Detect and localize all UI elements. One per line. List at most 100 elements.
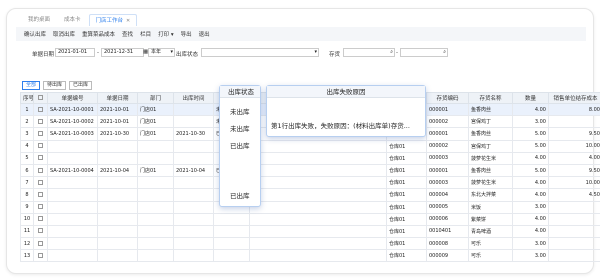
table-row[interactable]: 5 仓库01 000003 菠萝花生米 4.00 4.00 xyxy=(20,151,600,165)
subtab-done[interactable]: 已出库 xyxy=(69,81,93,90)
cell-name: 东北大拌菜 xyxy=(468,188,513,202)
row-checkbox[interactable] xyxy=(33,151,48,165)
tab-cost-card[interactable]: 成本卡 xyxy=(58,14,87,26)
row-checkbox[interactable] xyxy=(33,249,48,263)
row-checkbox[interactable] xyxy=(33,212,48,226)
cell-dept: 门店01 xyxy=(137,127,174,141)
subtab-pending[interactable]: 待出库 xyxy=(43,81,67,90)
cell-qty: 3.00 xyxy=(512,249,549,263)
checkbox-icon xyxy=(38,106,43,112)
table-row[interactable]: 12 仓库01 000008 可乐 3.00 xyxy=(20,237,600,251)
row-checkbox[interactable] xyxy=(33,188,48,202)
row-checkbox[interactable] xyxy=(33,237,48,251)
row-checkbox[interactable] xyxy=(33,176,48,190)
cell-name: 紫菜饼 xyxy=(468,212,513,226)
cell-dept: 门店01 xyxy=(137,163,174,178)
cell-n: 13 xyxy=(20,249,34,263)
row-checkbox[interactable] xyxy=(33,115,48,129)
checkbox-icon xyxy=(38,167,43,173)
tab-bar: 我的桌面 成本卡 门店工作台 ✕ xyxy=(22,14,138,26)
date-unit-select[interactable]: 本年 ▾ xyxy=(148,48,175,57)
cell-no xyxy=(47,212,98,226)
cell-reason xyxy=(249,163,387,178)
row-checkbox[interactable] xyxy=(33,127,48,141)
column-header: 出库时间 xyxy=(173,92,214,104)
checkbox-icon xyxy=(38,252,43,258)
chevron-down-icon: ▾ xyxy=(170,49,173,55)
table-row[interactable]: 9 仓库01 000005 米饭 3.00 xyxy=(20,200,600,214)
cell-status xyxy=(213,212,250,226)
cell-date: 2021-10-04 xyxy=(97,163,138,178)
table-row[interactable]: 11 仓库01 0010401 青岛啤酒 4.00 xyxy=(20,224,600,239)
checkbox-icon xyxy=(38,155,43,161)
row-checkbox[interactable] xyxy=(33,224,48,239)
cancel-outbound-button[interactable]: 取消出库 xyxy=(53,30,75,38)
confirm-outbound-button[interactable]: 确认出库 xyxy=(24,30,46,38)
row-checkbox[interactable] xyxy=(33,139,48,153)
table-row[interactable]: 13 仓库01 000009 可乐 3.00 xyxy=(20,249,600,263)
column-header: 存货名称 xyxy=(468,92,513,104)
cell-date xyxy=(97,200,138,214)
table-row[interactable]: 6 SA-2021-10-0004 2021-10-04 门店01 2021-10-04… xyxy=(20,163,600,178)
status-popup-item[interactable]: 未出库 xyxy=(230,123,250,133)
cell-date xyxy=(97,176,138,190)
cell-date: 2021-10-30 xyxy=(97,127,138,141)
checkbox-icon xyxy=(38,95,43,100)
tab-desktop[interactable]: 我的桌面 xyxy=(22,14,56,26)
range-separator: - xyxy=(396,50,398,56)
status-filter-select[interactable]: ▾ xyxy=(201,48,319,57)
cell-name: 宫保鸡丁 xyxy=(468,115,513,129)
warehouse-to-input[interactable]: ⌕ xyxy=(400,48,448,57)
cell-wh: 仓库01 xyxy=(386,139,427,153)
close-icon[interactable]: ✕ xyxy=(126,18,130,24)
cell-code: 000003 xyxy=(426,176,469,190)
cell-date xyxy=(97,139,138,153)
table-row[interactable]: 8 仓库01 000004 东北大拌菜 4.00 4.50 xyxy=(20,188,600,202)
column-header: 销售单位结存成本 xyxy=(548,92,600,104)
select-all-checkbox[interactable] xyxy=(33,92,48,104)
status-popup-item[interactable]: 已出库 xyxy=(230,190,250,200)
cell-status xyxy=(213,224,250,239)
exit-button[interactable]: 退出 xyxy=(199,30,210,38)
date-from-input[interactable]: 2021-01-01 xyxy=(55,48,95,57)
filter-bar: 单据日期 2021-01-01 - 2021-12-31 ▦ 本年 ▾ 出库状态 … xyxy=(16,43,586,73)
table-row[interactable]: 4 仓库01 000002 宫保鸡丁 5.00 10.00 xyxy=(20,139,600,153)
cell-qty: 4.00 xyxy=(512,151,549,165)
checkbox-icon xyxy=(38,191,43,197)
cell-reason xyxy=(249,224,387,239)
cell-cost: 9.50 xyxy=(548,163,600,178)
row-checkbox[interactable] xyxy=(33,163,48,178)
cell-cost: 8.00 xyxy=(548,102,600,117)
export-button[interactable]: 导出 xyxy=(181,30,192,38)
find-button[interactable]: 查找 xyxy=(122,30,133,38)
cell-no xyxy=(47,224,98,239)
print-button[interactable]: 打印 ▾ xyxy=(158,30,174,38)
recalc-cost-button[interactable]: 重算菜品成本 xyxy=(82,30,115,38)
cell-name: 鱼香肉丝 xyxy=(468,102,513,117)
cell-cost xyxy=(548,200,600,214)
cell-cost: 9.50 xyxy=(548,127,600,141)
subtab-all[interactable]: 全部 xyxy=(22,81,41,90)
status-popup-header: 出库状态 xyxy=(220,86,260,98)
row-checkbox[interactable] xyxy=(33,102,48,117)
checkbox-icon xyxy=(38,228,43,234)
status-popup-item[interactable]: 已出库 xyxy=(230,140,250,150)
table-row[interactable]: 7 仓库01 000003 菠萝花生米 4.00 10.00 xyxy=(20,176,600,190)
cell-n: 10 xyxy=(20,212,34,226)
warehouse-from-input[interactable]: ⌕ xyxy=(343,48,395,57)
row-checkbox[interactable] xyxy=(33,200,48,214)
tab-store-workbench[interactable]: 门店工作台 ✕ xyxy=(88,14,138,26)
search-icon[interactable]: ⌕ xyxy=(390,49,394,56)
cell-dept: 门店01 xyxy=(137,102,174,117)
cell-dept xyxy=(137,139,174,153)
columns-button[interactable]: 栏目 xyxy=(140,30,151,38)
search-icon[interactable]: ⌕ xyxy=(443,49,447,56)
cell-time xyxy=(173,212,214,226)
table-row[interactable]: 10 仓库01 000006 紫菜饼 4.00 xyxy=(20,212,600,226)
cell-cost xyxy=(548,224,600,239)
status-popup-item[interactable]: 未出库 xyxy=(230,106,250,116)
cell-qty: 5.00 xyxy=(512,139,549,153)
cell-code: 000008 xyxy=(426,237,469,251)
cell-date: 2021-10-01 xyxy=(97,115,138,129)
checkbox-icon xyxy=(38,143,43,149)
